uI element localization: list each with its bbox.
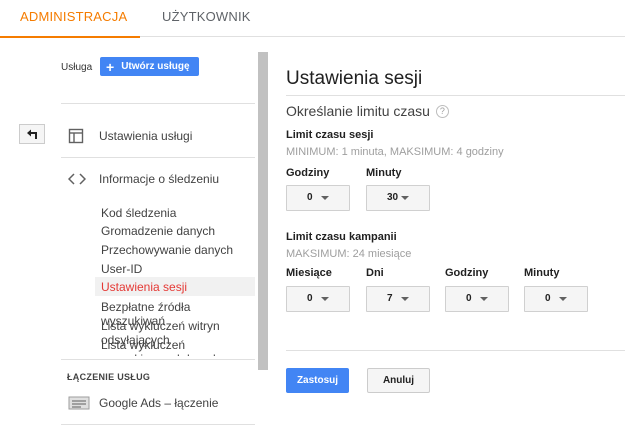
session-hours-label: Godziny [286, 167, 330, 179]
service-label: Usługa [61, 62, 93, 73]
campaign-days-label: Dni [366, 267, 384, 279]
create-service-button[interactable]: + Utwórz usługę [100, 57, 199, 76]
window-icon [61, 128, 99, 144]
code-brackets-icon [61, 173, 99, 185]
sidebar-scrollbar[interactable] [258, 52, 268, 370]
sidebar-item-label: Ustawienia usługi [99, 129, 193, 143]
sub-items-overflow: Bezpłatne źródła wyszukiwań Lista wykluc… [61, 298, 255, 356]
tab-administration[interactable]: ADMINISTRACJA [0, 0, 140, 38]
sub-item-user-id[interactable]: User-ID [101, 262, 142, 276]
page-title: Ustawienia sesji [286, 68, 423, 89]
back-button[interactable] [19, 124, 45, 144]
divider [286, 95, 625, 96]
chevron-down-icon [321, 196, 329, 200]
campaign-timeout-hint: MAKSIMUM: 24 miesiące [286, 248, 412, 260]
campaign-months-select[interactable]: 0 [286, 286, 350, 312]
select-value: 0 [466, 293, 472, 304]
sub-item-data-retention[interactable]: Przechowywanie danych [101, 243, 233, 257]
timeout-heading: Określanie limitu czasu ? [286, 103, 449, 119]
sidebar-item-label: Google Ads – łączenie [99, 396, 219, 410]
chevron-down-icon [480, 297, 488, 301]
select-value: 7 [387, 293, 393, 304]
campaign-days-select[interactable]: 7 [366, 286, 430, 312]
divider [61, 424, 255, 425]
sub-item-search-term-exclusion[interactable]: Lista wykluczeń wyszukiwanych haseł [101, 338, 231, 356]
chevron-down-icon [401, 297, 409, 301]
select-value: 0 [307, 293, 313, 304]
chevron-down-icon [559, 297, 567, 301]
session-timeout-hint: MINIMUM: 1 minuta, MAKSIMUM: 4 godziny [286, 146, 504, 158]
help-icon[interactable]: ? [435, 104, 449, 118]
campaign-months-label: Miesiące [286, 267, 332, 279]
sidebar-item-tracking-info[interactable]: Informacje o śledzeniu [61, 157, 255, 201]
chevron-down-icon [401, 196, 409, 200]
session-minutes-label: Minuty [366, 167, 402, 179]
apply-button[interactable]: Zastosuj [286, 368, 349, 393]
google-ads-icon [61, 396, 99, 410]
back-arrow-icon [27, 129, 37, 139]
sidebar-item-google-ads-linking[interactable]: Google Ads – łączenie [61, 381, 255, 425]
divider [286, 350, 625, 351]
tab-user[interactable]: UŻYTKOWNIK [162, 0, 251, 37]
sub-item-data-collection[interactable]: Gromadzenie danych [101, 224, 215, 238]
campaign-minutes-label: Minuty [524, 267, 560, 279]
campaign-hours-label: Godziny [445, 267, 489, 279]
campaign-minutes-select[interactable]: 0 [524, 286, 588, 312]
select-value: 30 [387, 192, 399, 203]
create-service-label: Utwórz usługę [121, 61, 190, 72]
session-minutes-select[interactable]: 30 [366, 185, 430, 211]
sub-item-session-settings[interactable]: Ustawienia sesji [101, 280, 187, 294]
divider [61, 359, 255, 360]
campaign-timeout-title: Limit czasu kampanii [286, 231, 397, 243]
chevron-down-icon [321, 297, 329, 301]
plus-icon: + [106, 58, 115, 75]
cancel-button[interactable]: Anuluj [367, 368, 430, 393]
timeout-heading-label: Określanie limitu czasu [286, 103, 430, 119]
select-value: 0 [307, 192, 313, 203]
sub-item-tracking-code[interactable]: Kod śledzenia [101, 206, 176, 220]
campaign-hours-select[interactable]: 0 [445, 286, 509, 312]
session-timeout-title: Limit czasu sesji [286, 129, 374, 141]
sidebar-item-property-settings[interactable]: Ustawienia usługi [61, 114, 255, 158]
session-hours-select[interactable]: 0 [286, 185, 350, 211]
sidebar-item-label: Informacje o śledzeniu [99, 172, 220, 186]
select-value: 0 [545, 293, 551, 304]
divider [61, 103, 255, 104]
top-tab-bar: ADMINISTRACJA UŻYTKOWNIK [0, 0, 625, 38]
